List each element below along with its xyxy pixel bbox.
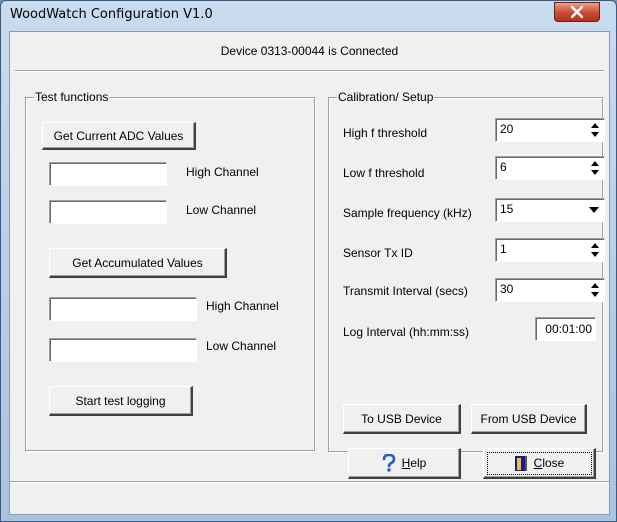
acc-low-channel-label: Low Channel <box>206 339 277 353</box>
adc-high-channel-label: High Channel <box>186 165 259 179</box>
exit-door-icon <box>514 456 527 471</box>
acc-high-channel-label: High Channel <box>206 299 279 313</box>
connection-status: Device 0313-00044 is Connected <box>15 32 604 71</box>
sample-frequency-dropdown[interactable]: 15 <box>495 198 605 222</box>
dialog-client-area: Device 0313-00044 is Connected Test func… <box>9 31 610 515</box>
sensor-tx-id-value: 1 <box>500 242 507 256</box>
close-accel-key: C <box>533 456 543 470</box>
spin-arrows-icon[interactable] <box>590 282 600 298</box>
high-threshold-spinner[interactable]: 20 <box>495 118 605 142</box>
acc-high-channel-field[interactable] <box>49 297 197 321</box>
chevron-down-icon[interactable] <box>589 207 599 214</box>
bottom-status-separator <box>10 481 609 482</box>
title-bar[interactable]: WoodWatch Configuration V1.0 <box>1 1 616 31</box>
sample-frequency-label: Sample frequency (kHz) <box>343 206 472 220</box>
help-icon <box>382 454 395 472</box>
low-threshold-value: 6 <box>500 160 507 174</box>
close-button[interactable]: Close <box>483 448 596 479</box>
get-accumulated-values-button[interactable]: Get Accumulated Values <box>49 248 227 278</box>
window-title: WoodWatch Configuration V1.0 <box>10 7 213 22</box>
high-threshold-label: High f threshold <box>343 126 428 140</box>
help-label: elp <box>410 456 427 470</box>
calibration-setup-legend: Calibration/ Setup <box>337 90 435 104</box>
to-usb-device-button[interactable]: To USB Device <box>343 404 461 434</box>
transmit-interval-label: Transmit Interval (secs) <box>343 284 468 298</box>
test-functions-legend: Test functions <box>34 90 110 104</box>
sensor-tx-id-label: Sensor Tx ID <box>343 246 413 260</box>
low-threshold-label: Low f threshold <box>343 166 425 180</box>
close-icon <box>571 6 583 18</box>
adc-high-channel-field[interactable] <box>49 162 167 186</box>
acc-low-channel-field[interactable] <box>49 338 197 362</box>
from-usb-device-button[interactable]: From USB Device <box>471 404 587 434</box>
log-interval-label: Log Interval (hh:mm:ss) <box>343 325 470 339</box>
close-label: lose <box>542 456 565 470</box>
spin-arrows-icon[interactable] <box>590 160 600 176</box>
adc-low-channel-label: Low Channel <box>186 203 257 217</box>
sensor-tx-id-spinner[interactable]: 1 <box>495 238 605 262</box>
test-functions-group: Test functions Get Current ADC Values Hi… <box>25 90 315 451</box>
transmit-interval-value: 30 <box>500 282 514 296</box>
low-threshold-spinner[interactable]: 6 <box>495 156 605 180</box>
help-button[interactable]: Help <box>348 448 461 479</box>
help-accel-key: H <box>401 456 411 470</box>
spin-arrows-icon[interactable] <box>590 242 600 258</box>
spin-arrows-icon[interactable] <box>590 122 600 138</box>
transmit-interval-spinner[interactable]: 30 <box>495 278 605 302</box>
log-interval-field[interactable]: 00:01:00 <box>535 317 596 341</box>
start-test-logging-button[interactable]: Start test logging <box>49 386 193 416</box>
adc-low-channel-field[interactable] <box>49 200 167 224</box>
window-close-button[interactable] <box>554 2 600 22</box>
app-window: WoodWatch Configuration V1.0 Device 0313… <box>0 0 617 522</box>
high-threshold-value: 20 <box>500 122 514 136</box>
sample-frequency-value: 15 <box>500 202 514 216</box>
get-current-adc-button[interactable]: Get Current ADC Values <box>42 122 196 150</box>
calibration-setup-group: Calibration/ Setup High f threshold 20 L… <box>328 90 605 452</box>
